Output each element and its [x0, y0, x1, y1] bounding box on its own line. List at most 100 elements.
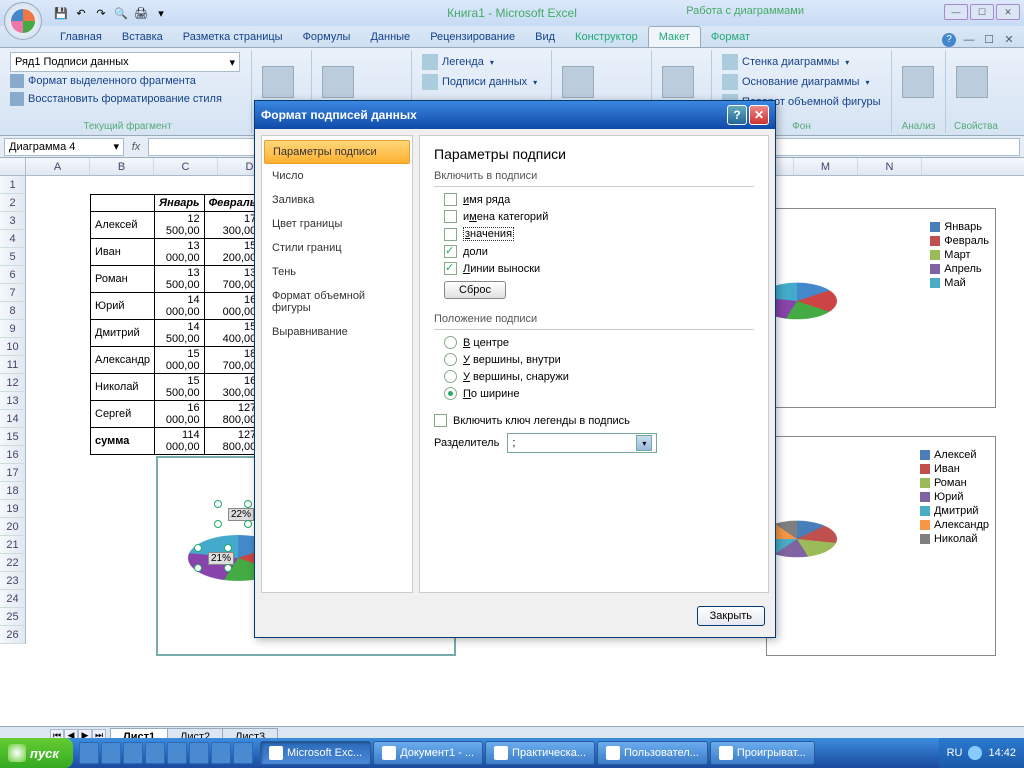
quick-launch-icon[interactable] — [189, 742, 209, 764]
tray-icon[interactable] — [968, 746, 982, 760]
row-header[interactable]: 18 — [0, 482, 25, 500]
clock[interactable]: 14:42 — [988, 747, 1016, 759]
row-header[interactable]: 26 — [0, 626, 25, 644]
tab-review[interactable]: Рецензирование — [420, 27, 525, 47]
column-header[interactable]: A — [26, 158, 90, 175]
legend-button[interactable]: Легенда▾ — [418, 52, 545, 72]
cell[interactable]: 13 500,00 — [155, 266, 205, 293]
taskbar-item[interactable]: Документ1 - ... — [373, 741, 483, 765]
dialog-category[interactable]: Стили границ — [262, 236, 412, 260]
cell[interactable]: Дмитрий — [91, 320, 155, 347]
selection-handle[interactable] — [224, 544, 232, 552]
tab-formulas[interactable]: Формулы — [293, 27, 361, 47]
row-header[interactable]: 12 — [0, 374, 25, 392]
redo-icon[interactable]: ↷ — [92, 4, 110, 22]
cell[interactable]: Николай — [91, 374, 155, 401]
tab-format[interactable]: Формат — [701, 27, 760, 47]
row-header[interactable]: 6 — [0, 266, 25, 284]
include-checkbox[interactable] — [444, 193, 457, 206]
cell[interactable]: 13 700,00 — [204, 266, 261, 293]
office-button[interactable] — [4, 2, 42, 40]
dialog-close-button[interactable]: ✕ — [749, 105, 769, 125]
cell[interactable]: сумма — [91, 428, 155, 455]
chart-wall-button[interactable]: Стенка диаграммы▾ — [718, 52, 885, 72]
analysis-button[interactable] — [898, 52, 938, 112]
dialog-category[interactable]: Число — [262, 164, 412, 188]
chart-months[interactable]: ЯнварьФевральМартАпрельМай — [766, 208, 996, 408]
taskbar-item[interactable]: Microsoft Exc... — [260, 741, 371, 765]
dialog-category[interactable]: Заливка — [262, 188, 412, 212]
row-header[interactable]: 19 — [0, 500, 25, 518]
save-icon[interactable]: 💾 — [52, 4, 70, 22]
cell[interactable]: Иван — [91, 239, 155, 266]
cell[interactable]: Сергей — [91, 401, 155, 428]
separator-select[interactable]: ; ▾ — [507, 433, 657, 453]
cell[interactable]: 13 000,00 — [155, 239, 205, 266]
selection-handle[interactable] — [224, 564, 232, 572]
selection-handle[interactable] — [214, 500, 222, 508]
dialog-category[interactable]: Формат объемной фигуры — [262, 284, 412, 320]
taskbar-item[interactable]: Пользовател... — [597, 741, 708, 765]
row-header[interactable]: 14 — [0, 410, 25, 428]
position-radio[interactable] — [444, 370, 457, 383]
cell[interactable]: Роман — [91, 266, 155, 293]
format-selection-button[interactable]: Формат выделенного фрагмента — [10, 72, 245, 90]
position-radio[interactable] — [444, 336, 457, 349]
row-header[interactable]: 7 — [0, 284, 25, 302]
fx-icon[interactable]: fx — [126, 141, 146, 153]
cell[interactable]: 114 000,00 — [155, 428, 205, 455]
tab-insert[interactable]: Вставка — [112, 27, 173, 47]
row-header[interactable]: 16 — [0, 446, 25, 464]
dialog-category[interactable]: Параметры подписи — [264, 140, 410, 164]
include-checkbox[interactable] — [444, 262, 457, 275]
chart-floor-button[interactable]: Основание диаграммы▾ — [718, 72, 885, 92]
cell[interactable]: 15 000,00 — [155, 347, 205, 374]
minimize-button[interactable]: — — [944, 4, 968, 20]
cell[interactable]: 15 500,00 — [155, 374, 205, 401]
language-indicator[interactable]: RU — [947, 747, 963, 759]
cell[interactable]: 16 000,00 — [155, 401, 205, 428]
dialog-title-bar[interactable]: Формат подписей данных ? ✕ — [255, 101, 775, 129]
row-header[interactable]: 15 — [0, 428, 25, 446]
cell[interactable]: Александр — [91, 347, 155, 374]
row-header[interactable]: 4 — [0, 230, 25, 248]
close-button[interactable]: ✕ — [996, 4, 1020, 20]
row-header[interactable]: 17 — [0, 464, 25, 482]
tab-layout[interactable]: Макет — [648, 26, 701, 47]
dialog-category[interactable]: Выравнивание — [262, 320, 412, 344]
taskbar-item[interactable]: Проигрыват... — [710, 741, 815, 765]
selection-handle[interactable] — [194, 564, 202, 572]
quick-launch-icon[interactable] — [167, 742, 187, 764]
data-label[interactable]: 22% — [228, 508, 254, 521]
cell[interactable]: 15 400,00 — [204, 320, 261, 347]
maximize-button[interactable]: ☐ — [970, 4, 994, 20]
workbook-close-icon[interactable]: ✕ — [1002, 33, 1016, 47]
chart-element-selector[interactable]: Ряд1 Подписи данных ▾ — [10, 52, 240, 72]
tab-view[interactable]: Вид — [525, 27, 565, 47]
cell[interactable]: 16 300,00 — [204, 374, 261, 401]
include-checkbox[interactable] — [444, 228, 457, 241]
selection-handle[interactable] — [214, 520, 222, 528]
cell[interactable]: 14 000,00 — [155, 293, 205, 320]
row-header[interactable]: 5 — [0, 248, 25, 266]
cell[interactable]: Алексей — [91, 212, 155, 239]
chart-names[interactable]: АлексейИванРоманЮрийДмитрийАлександрНико… — [766, 436, 996, 656]
select-all-corner[interactable] — [0, 158, 26, 175]
tab-design[interactable]: Конструктор — [565, 27, 648, 47]
position-radio[interactable] — [444, 353, 457, 366]
row-header[interactable]: 8 — [0, 302, 25, 320]
cell[interactable]: 18 700,00 — [204, 347, 261, 374]
include-checkbox[interactable] — [444, 210, 457, 223]
print-icon[interactable]: 🖨 — [132, 4, 150, 22]
data-labels-button[interactable]: Подписи данных▾ — [418, 72, 545, 92]
data-label[interactable]: 21% — [208, 552, 234, 565]
column-header[interactable]: M — [794, 158, 858, 175]
help-icon[interactable]: ? — [942, 33, 956, 47]
taskbar-item[interactable]: Практическа... — [485, 741, 595, 765]
reset-style-button[interactable]: Восстановить форматирование стиля — [10, 90, 245, 108]
reset-button[interactable]: Сброс — [444, 281, 506, 299]
selection-handle[interactable] — [244, 500, 252, 508]
row-header[interactable]: 25 — [0, 608, 25, 626]
workbook-minimize-icon[interactable]: — — [962, 33, 976, 47]
legend-key-checkbox[interactable] — [434, 414, 447, 427]
